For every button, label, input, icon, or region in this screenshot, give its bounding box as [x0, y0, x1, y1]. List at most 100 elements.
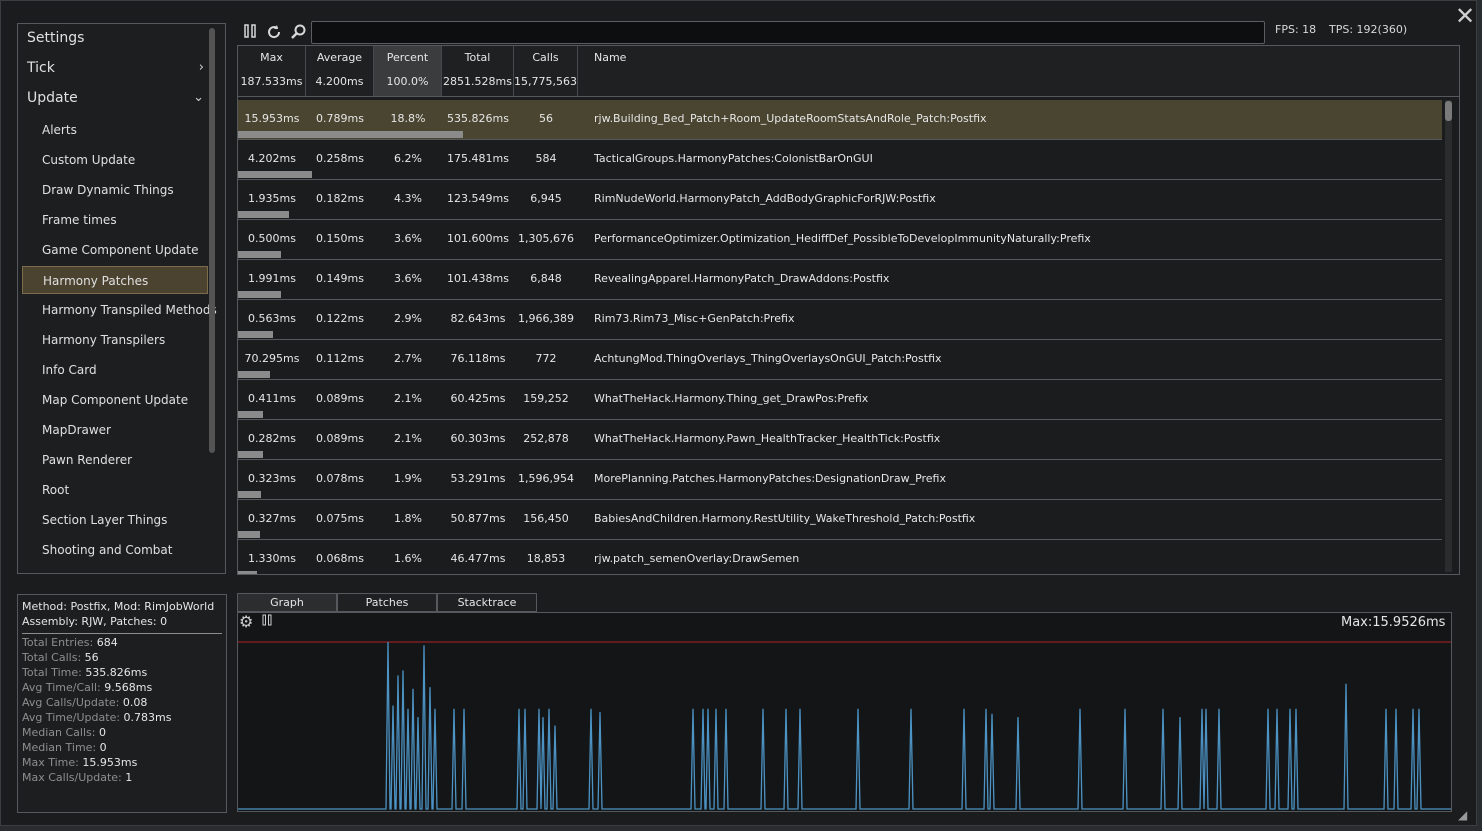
- table-row[interactable]: 0.563ms 0.122ms 2.9% 82.643ms 1,966,389 Rim73…: [238, 300, 1442, 340]
- tab-patches[interactable]: Patches: [337, 593, 437, 612]
- stat-line: Avg Time/Call: 9.568ms: [22, 680, 222, 695]
- cell-max: 0.563ms: [248, 312, 296, 325]
- cell-avg: 0.149ms: [316, 272, 364, 285]
- cell-total: 53.291ms: [450, 472, 506, 485]
- cell-pct: 6.2%: [394, 152, 422, 165]
- cell-avg: 0.078ms: [316, 472, 364, 485]
- close-icon[interactable]: ✕: [1453, 4, 1477, 29]
- table-row[interactable]: 1.330ms 0.068ms 1.6% 46.477ms 18,853 rjw.patc…: [238, 540, 1442, 574]
- sidebar-item[interactable]: Custom Update: [22, 146, 208, 174]
- patches-table: Max 187.533ms Average 4.200ms Percent 100.0% T…: [237, 45, 1460, 575]
- stat-key: Total Time:: [22, 666, 82, 679]
- fps-readout: FPS: 18: [1275, 23, 1317, 36]
- percent-bar: [238, 531, 260, 538]
- table-scrollbar-thumb[interactable]: [1445, 101, 1452, 121]
- refresh-icon[interactable]: [265, 23, 283, 41]
- cell-calls: 1,596,954: [518, 472, 574, 485]
- stat-value: 56: [84, 651, 99, 664]
- table-row[interactable]: 15.953ms 0.789ms 18.8% 535.826ms 56 rjw.Build…: [238, 100, 1442, 140]
- cell-name: PerformanceOptimizer.Optimization_Hediff…: [594, 232, 1091, 245]
- time-graph: [237, 612, 1452, 812]
- details-divider: [22, 633, 222, 634]
- table-row[interactable]: 0.327ms 0.075ms 1.8% 50.877ms 156,450 BabiesA…: [238, 500, 1442, 540]
- resize-handle-icon[interactable]: ◢: [1458, 808, 1472, 822]
- cell-avg: 0.258ms: [316, 152, 364, 165]
- sidebar-top-item[interactable]: Settings: [22, 24, 208, 52]
- column-header-label: Total: [464, 51, 491, 64]
- sidebar-item[interactable]: Section Layer Things: [22, 506, 208, 534]
- pause-icon[interactable]: [241, 23, 259, 41]
- stat-key: Avg Time/Call:: [22, 681, 101, 694]
- sidebar-item[interactable]: Harmony Transpiled Methods: [22, 296, 217, 324]
- table-row[interactable]: 4.202ms 0.258ms 6.2% 175.481ms 584 TacticalGr…: [238, 140, 1442, 180]
- table-row[interactable]: 0.411ms 0.089ms 2.1% 60.425ms 159,252 WhatThe…: [238, 380, 1442, 420]
- stat-value: 0: [98, 726, 106, 739]
- stat-line: Median Time: 0: [22, 740, 222, 755]
- cell-calls: 1,966,389: [518, 312, 574, 325]
- table-row[interactable]: 1.991ms 0.149ms 3.6% 101.438ms 6,848 Revealin…: [238, 260, 1442, 300]
- tab-stacktrace[interactable]: Stacktrace: [437, 593, 537, 612]
- sidebar-top-item[interactable]: Update ⌄: [22, 84, 208, 112]
- cell-max: 4.202ms: [248, 152, 296, 165]
- graph-max-label: Max:15.9526ms: [1341, 615, 1446, 630]
- search-input[interactable]: [311, 21, 1265, 44]
- graph-pause-icon[interactable]: [261, 614, 275, 628]
- stat-key: Max Time:: [22, 756, 79, 769]
- sidebar-item[interactable]: Root: [22, 476, 208, 504]
- cell-pct: 1.9%: [394, 472, 422, 485]
- cell-total: 82.643ms: [450, 312, 506, 325]
- column-header[interactable]: Percent 100.0%: [374, 46, 442, 96]
- sidebar-item[interactable]: Draw Dynamic Things: [22, 176, 208, 204]
- sidebar-item[interactable]: Frame times: [22, 206, 208, 234]
- method-details-panel: Method: Postfix, Mod: RimJobWorld Assemb…: [17, 594, 227, 813]
- cell-total: 175.481ms: [447, 152, 509, 165]
- sidebar-item[interactable]: Alerts: [22, 116, 208, 144]
- sidebar-item[interactable]: Map Component Update: [22, 386, 208, 414]
- cell-avg: 0.789ms: [316, 112, 364, 125]
- table-scrollbar-track[interactable]: [1445, 100, 1452, 572]
- stat-line: Total Calls: 56: [22, 650, 222, 665]
- sidebar-item[interactable]: Harmony Patches: [22, 266, 208, 294]
- table-row[interactable]: 0.323ms 0.078ms 1.9% 53.291ms 1,596,954 MoreP…: [238, 460, 1442, 500]
- table-row[interactable]: 1.935ms 0.182ms 4.3% 123.549ms 6,945 RimNudeW…: [238, 180, 1442, 220]
- cell-pct: 3.6%: [394, 272, 422, 285]
- sidebar-item[interactable]: Shooting and Combat: [22, 536, 208, 564]
- cell-max: 1.991ms: [248, 272, 296, 285]
- tab-graph[interactable]: Graph: [237, 593, 337, 612]
- column-total: 100.0%: [386, 75, 429, 88]
- sidebar-item[interactable]: MapDrawer: [22, 416, 208, 444]
- gear-icon[interactable]: ⚙: [239, 613, 257, 631]
- cell-pct: 2.7%: [394, 352, 422, 365]
- method-line: Method: Postfix, Mod: RimJobWorld: [22, 600, 215, 613]
- search-icon[interactable]: [289, 23, 307, 41]
- sidebar-item[interactable]: Pawn Renderer: [22, 446, 208, 474]
- percent-bar: [238, 211, 290, 218]
- column-header[interactable]: Max 187.533ms: [238, 46, 306, 96]
- cell-name: BabiesAndChildren.Harmony.RestUtility_Wa…: [594, 512, 976, 525]
- sidebar-item[interactable]: Harmony Transpilers: [22, 326, 208, 354]
- column-total: 15,775,563: [514, 75, 577, 88]
- sidebar-item[interactable]: Info Card: [22, 356, 208, 384]
- cell-name: RimNudeWorld.HarmonyPatch_AddBodyGraphic…: [594, 192, 936, 205]
- stat-line: Max Time: 15.953ms: [22, 755, 222, 770]
- table-row[interactable]: 0.500ms 0.150ms 3.6% 101.600ms 1,305,676 Perf…: [238, 220, 1442, 260]
- column-total: 4.200ms: [315, 75, 364, 88]
- column-header[interactable]: Calls 15,775,563: [514, 46, 578, 96]
- stat-value: 1: [125, 771, 133, 784]
- cell-avg: 0.075ms: [316, 512, 364, 525]
- sidebar-item[interactable]: Game Component Update: [22, 236, 208, 264]
- stat-value: 15.953ms: [82, 756, 138, 769]
- percent-bar: [238, 131, 463, 138]
- table-row[interactable]: 70.295ms 0.112ms 2.7% 76.118ms 772 AchtungMod…: [238, 340, 1442, 380]
- stat-line: Avg Time/Update: 0.783ms: [22, 710, 222, 725]
- column-header[interactable]: Average 4.200ms: [306, 46, 374, 96]
- tps-readout: TPS: 192(360): [1329, 23, 1408, 36]
- sidebar-top-item[interactable]: Tick ›: [22, 54, 208, 82]
- column-header[interactable]: Name: [578, 46, 1459, 96]
- percent-bar: [238, 251, 282, 258]
- cell-name: WhatTheHack.Harmony.Pawn_HealthTracker_H…: [594, 432, 941, 445]
- sidebar-scrollbar[interactable]: [209, 28, 215, 453]
- column-header[interactable]: Total 2851.528ms: [442, 46, 514, 96]
- cell-total: 101.600ms: [447, 232, 509, 245]
- table-row[interactable]: 0.282ms 0.089ms 2.1% 60.303ms 252,878 WhatThe…: [238, 420, 1442, 460]
